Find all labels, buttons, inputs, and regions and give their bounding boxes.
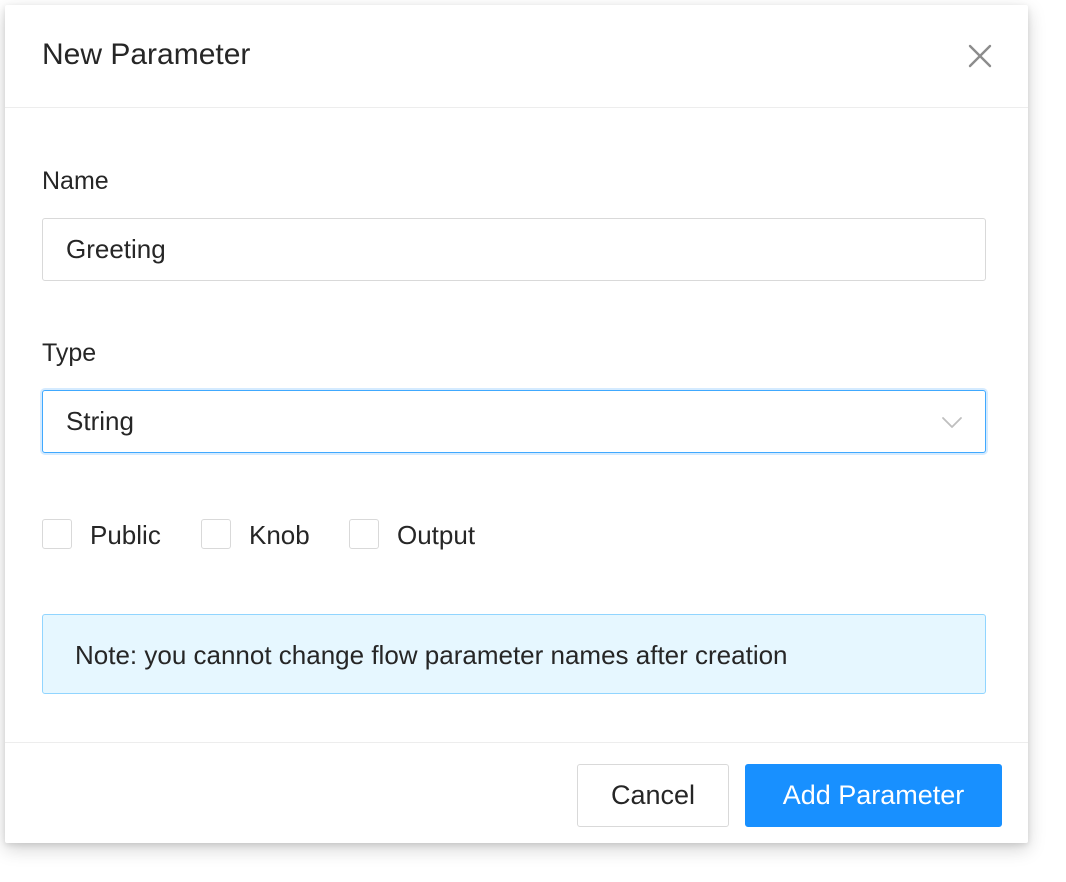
checkbox-output-label: Output [397,520,476,550]
dialog-footer: Cancel Add Parameter [5,742,1028,843]
close-icon [968,44,992,68]
name-input[interactable] [42,218,986,281]
checkbox-knob-label: Knob [249,520,310,550]
dialog-title: New Parameter [42,38,251,71]
new-parameter-dialog: New Parameter Name Type String Public Kn… [5,5,1028,843]
add-parameter-button[interactable]: Add Parameter [745,764,1002,827]
type-select-value: String [66,406,134,436]
dialog-header: New Parameter [5,5,1028,108]
close-button[interactable] [963,39,997,73]
name-label: Name [42,167,109,195]
checkbox-public-box[interactable] [42,519,72,549]
checkbox-knob-box[interactable] [201,519,231,549]
cancel-button[interactable]: Cancel [577,764,729,827]
chevron-down-icon [941,411,963,438]
type-select[interactable]: String [42,390,986,453]
checkbox-output-box[interactable] [349,519,379,549]
info-note: Note: you cannot change flow parameter n… [42,614,986,694]
info-note-text: Note: you cannot change flow parameter n… [75,640,788,670]
checkbox-public-label: Public [90,520,161,550]
type-label: Type [42,339,97,367]
